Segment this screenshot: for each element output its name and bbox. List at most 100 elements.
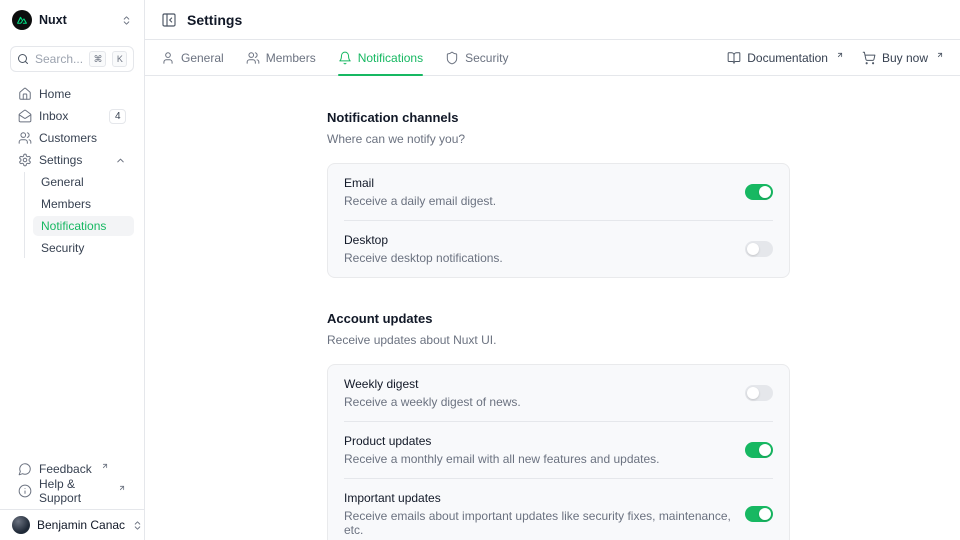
setting-title: Important updates [344, 491, 733, 505]
documentation-button[interactable]: Documentation [727, 51, 844, 65]
toggle-knob [759, 444, 771, 456]
user-name: Benjamin Canac [37, 518, 125, 532]
setting-row-email: Email Receive a daily email digest. [328, 164, 789, 220]
toggle-knob [747, 387, 759, 399]
book-open-icon [727, 51, 741, 65]
section-title: Notification channels [327, 110, 790, 125]
panel-left-close-icon [161, 12, 177, 28]
external-link-icon [118, 484, 126, 492]
setting-text: Important updates Receive emails about i… [344, 491, 733, 537]
sidebar-subitem-label: Members [41, 197, 91, 211]
setting-text: Desktop Receive desktop notifications. [344, 233, 733, 265]
main-panel: Settings General Members Notifications S… [145, 0, 960, 540]
setting-row-weekly-digest: Weekly digest Receive a weekly digest of… [328, 365, 789, 421]
avatar [12, 516, 30, 534]
sidebar-footer: Feedback Help & Support [0, 459, 144, 509]
tabs-bar: General Members Notifications Security D… [145, 40, 960, 76]
sidebar-spacer [0, 260, 144, 459]
tab-security[interactable]: Security [445, 40, 508, 75]
section-title: Account updates [327, 311, 790, 326]
user-icon [161, 51, 175, 65]
inbox-count-badge: 4 [109, 109, 126, 124]
sidebar-subitem-label: General [41, 175, 84, 189]
search-input[interactable]: Search... ⌘ K [10, 46, 134, 72]
tab-label: Notifications [358, 51, 423, 65]
sidebar-item-inbox[interactable]: Inbox 4 [10, 106, 134, 126]
sidebar-item-notifications[interactable]: Notifications [33, 216, 134, 236]
tab-general[interactable]: General [161, 40, 224, 75]
toggle-knob [759, 508, 771, 520]
page-title: Settings [187, 12, 242, 28]
sidebar-nav: Home Inbox 4 Customers Settings General [0, 84, 144, 260]
settings-subnav: General Members Notifications Security [24, 172, 134, 258]
sidebar-item-settings[interactable]: Settings [10, 150, 134, 170]
users-icon [18, 131, 32, 145]
setting-text: Weekly digest Receive a weekly digest of… [344, 377, 733, 409]
external-link-icon [101, 462, 109, 470]
tab-label: General [181, 51, 224, 65]
settings-card: Email Receive a daily email digest. Desk… [327, 163, 790, 278]
toggle-important-updates[interactable] [745, 506, 773, 522]
toggle-desktop[interactable] [745, 241, 773, 257]
sidebar-item-general[interactable]: General [33, 172, 134, 192]
sidebar-item-feedback[interactable]: Feedback [10, 459, 134, 479]
section-subtitle: Where can we notify you? [327, 132, 790, 146]
section-account-updates: Account updates Receive updates about Nu… [327, 311, 790, 540]
collapse-sidebar-button[interactable] [161, 12, 177, 28]
shopping-cart-icon [862, 51, 876, 65]
sidebar-item-members[interactable]: Members [33, 194, 134, 214]
user-menu[interactable]: Benjamin Canac [0, 509, 144, 540]
toggle-email[interactable] [745, 184, 773, 200]
kbd-k: K [112, 51, 127, 67]
setting-row-desktop: Desktop Receive desktop notifications. [328, 221, 789, 277]
sidebar-item-label: Customers [39, 131, 97, 145]
tab-label: Members [266, 51, 316, 65]
home-icon [18, 87, 32, 101]
chevrons-up-down-icon [132, 520, 143, 531]
setting-description: Receive emails about important updates l… [344, 509, 733, 537]
toggle-weekly-digest[interactable] [745, 385, 773, 401]
sidebar-item-label: Feedback [39, 462, 92, 476]
action-label: Documentation [747, 51, 828, 65]
setting-title: Desktop [344, 233, 733, 247]
toggle-knob [747, 243, 759, 255]
sidebar-item-customers[interactable]: Customers [10, 128, 134, 148]
external-link-icon [836, 51, 844, 59]
tab-members[interactable]: Members [246, 40, 316, 75]
section-subtitle: Receive updates about Nuxt UI. [327, 333, 790, 347]
setting-description: Receive a daily email digest. [344, 194, 733, 208]
sidebar-item-security[interactable]: Security [33, 238, 134, 258]
page-header: Settings [145, 0, 960, 40]
sidebar-item-label: Help & Support [39, 477, 109, 505]
sidebar-subitem-label: Notifications [41, 219, 106, 233]
chevron-up-icon [115, 155, 126, 166]
settings-card: Weekly digest Receive a weekly digest of… [327, 364, 790, 540]
tab-notifications[interactable]: Notifications [338, 40, 423, 75]
setting-title: Email [344, 176, 733, 190]
workspace-name: Nuxt [39, 13, 114, 27]
nuxt-logo-icon [12, 10, 32, 30]
workspace-switcher[interactable]: Nuxt [0, 0, 144, 40]
users-icon [246, 51, 260, 65]
setting-title: Product updates [344, 434, 733, 448]
message-bubble-icon [18, 462, 32, 476]
setting-row-product-updates: Product updates Receive a monthly email … [328, 422, 789, 478]
search-placeholder: Search... [35, 52, 83, 66]
action-label: Buy now [882, 51, 928, 65]
sidebar: Nuxt Search... ⌘ K Home Inbox 4 Customer… [0, 0, 145, 540]
setting-title: Weekly digest [344, 377, 733, 391]
buy-now-button[interactable]: Buy now [862, 51, 944, 65]
kbd-cmd: ⌘ [89, 51, 106, 67]
sidebar-item-home[interactable]: Home [10, 84, 134, 104]
inbox-icon [18, 109, 32, 123]
setting-description: Receive a monthly email with all new fea… [344, 452, 733, 466]
sidebar-subitem-label: Security [41, 241, 84, 255]
bell-icon [338, 51, 352, 65]
settings-content: Notification channels Where can we notif… [145, 76, 960, 540]
toggle-product-updates[interactable] [745, 442, 773, 458]
tab-label: Security [465, 51, 508, 65]
external-link-icon [936, 51, 944, 59]
sidebar-item-help-support[interactable]: Help & Support [10, 481, 134, 501]
section-notification-channels: Notification channels Where can we notif… [327, 110, 790, 278]
sidebar-item-label: Settings [39, 153, 82, 167]
